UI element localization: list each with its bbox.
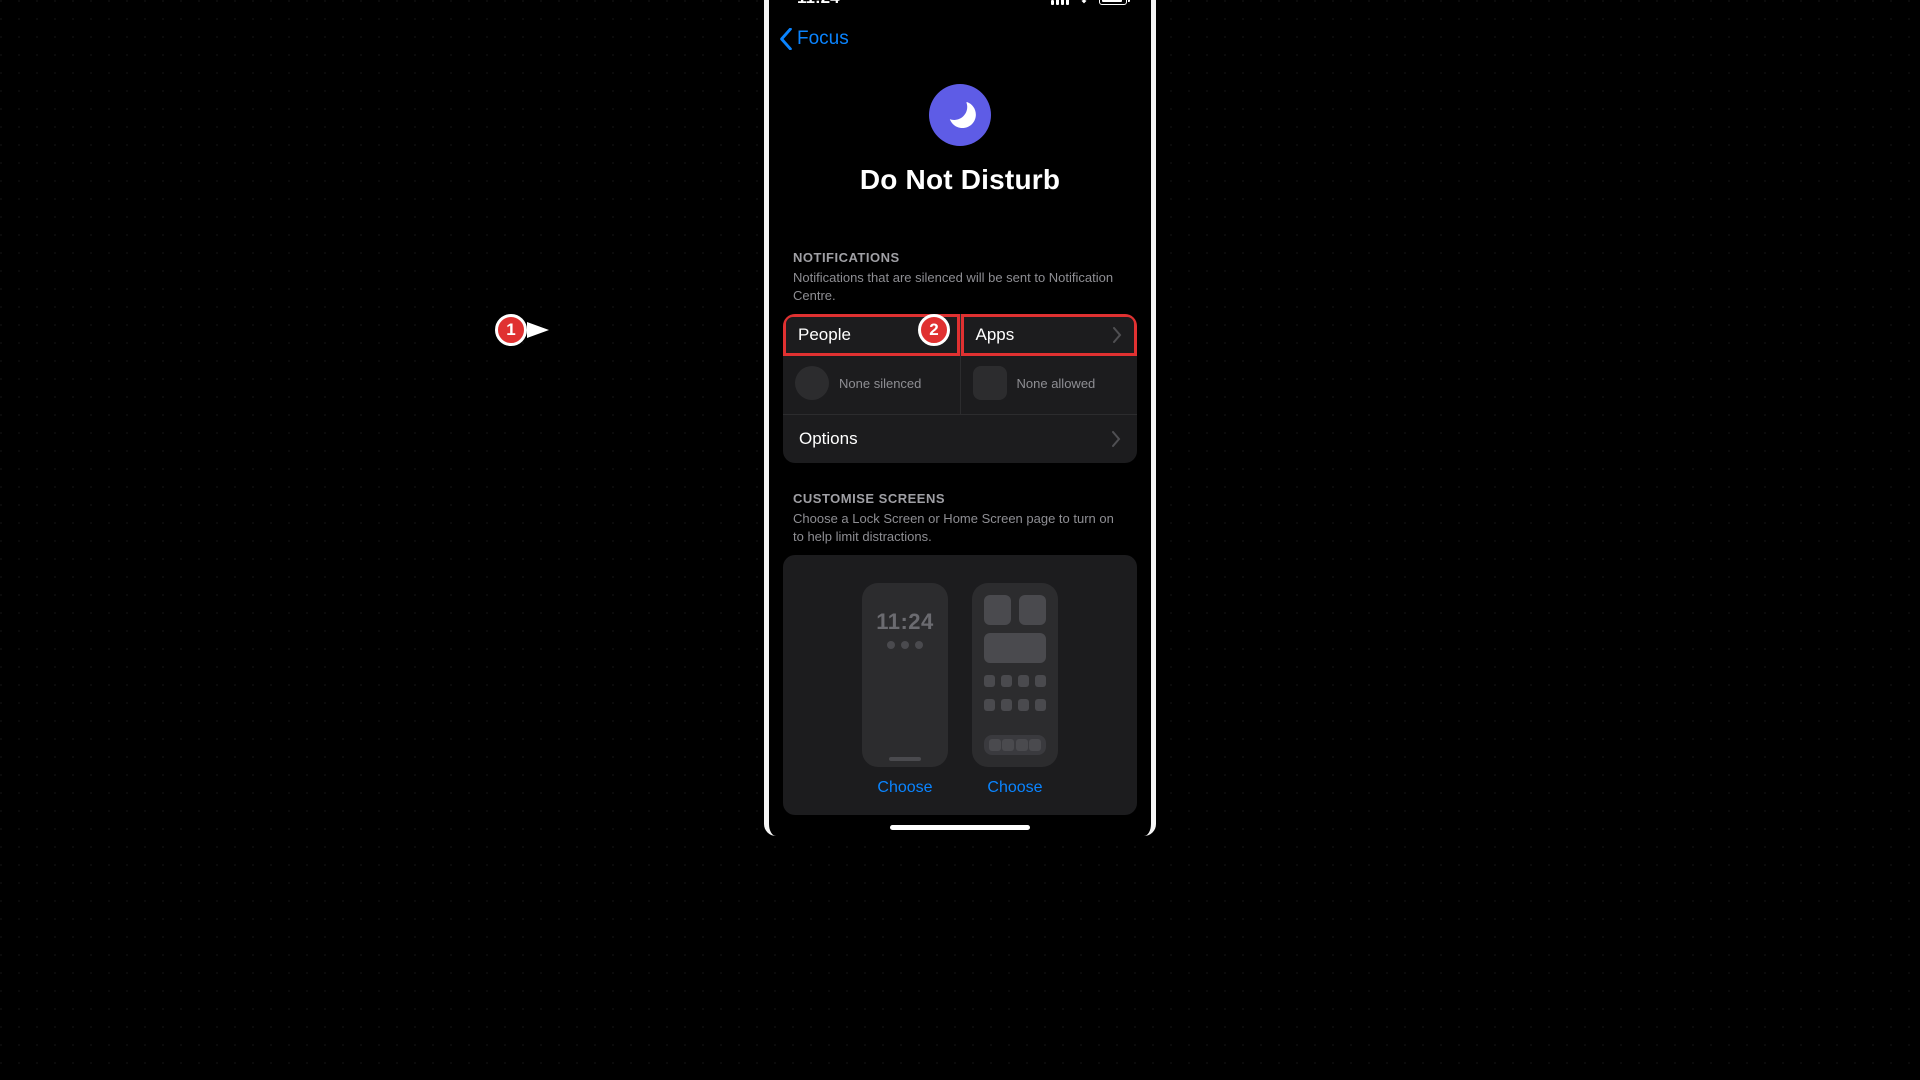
cellular-icon: [1051, 0, 1069, 5]
back-button[interactable]: Focus: [769, 8, 1151, 50]
lock-preview-dots-icon: [887, 641, 923, 649]
apps-column: Apps None allowed: [960, 314, 1138, 414]
customise-label: CUSTOMISE SCREENS: [793, 491, 1127, 506]
screens-card: 11:24 Choose Choose: [783, 555, 1137, 815]
page-title: Do Not Disturb: [769, 164, 1151, 196]
home-screen-option[interactable]: Choose: [972, 583, 1058, 797]
page-header: Do Not Disturb: [769, 84, 1151, 196]
people-status-row: None silenced: [783, 356, 960, 414]
choose-home-button[interactable]: Choose: [987, 779, 1042, 797]
home-preview-widgets-icon: [984, 595, 1046, 625]
back-label: Focus: [797, 28, 849, 50]
status-time: 11:24: [797, 0, 840, 8]
notifications-label: NOTIFICATIONS: [793, 250, 1127, 265]
notifications-desc: Notifications that are silenced will be …: [793, 269, 1127, 304]
dnd-icon-circle: [929, 84, 991, 146]
home-preview-row-icon: [984, 699, 1046, 711]
apps-row[interactable]: Apps: [961, 314, 1138, 356]
avatar-placeholder-icon: [795, 366, 829, 400]
people-label: People: [798, 325, 851, 345]
phone-frame: 11:24 Focus Do Not Distur: [764, 0, 1156, 836]
wifi-icon: [1075, 0, 1093, 5]
app-placeholder-icon: [973, 366, 1007, 400]
home-screen-preview: [972, 583, 1058, 767]
home-indicator[interactable]: [890, 825, 1030, 830]
chevron-right-icon: [1112, 327, 1122, 343]
chevron-right-icon: [1111, 431, 1121, 447]
home-preview-row-icon: [984, 675, 1046, 687]
home-preview-widget-icon: [984, 633, 1046, 663]
chevron-left-icon: [779, 28, 793, 50]
notifications-section-header: NOTIFICATIONS Notifications that are sil…: [769, 250, 1151, 304]
options-row[interactable]: Options: [783, 414, 1137, 463]
battery-icon: [1099, 0, 1127, 5]
status-bar: 11:24: [769, 0, 1151, 8]
lock-screen-preview: 11:24: [862, 583, 948, 767]
people-status: None silenced: [839, 376, 921, 391]
lock-screen-option[interactable]: 11:24 Choose: [862, 583, 948, 797]
lock-preview-time: 11:24: [876, 609, 934, 635]
options-label: Options: [799, 429, 858, 449]
home-preview-dock-icon: [984, 735, 1046, 755]
apps-label: Apps: [976, 325, 1015, 345]
callout-badge-2: 2: [918, 314, 950, 346]
customise-section-header: CUSTOMISE SCREENS Choose a Lock Screen o…: [769, 491, 1151, 545]
choose-lock-button[interactable]: Choose: [877, 779, 932, 797]
callout-badge-1: 1: [495, 314, 527, 346]
customise-desc: Choose a Lock Screen or Home Screen page…: [793, 510, 1127, 545]
notifications-card: People None silenced Apps No: [783, 314, 1137, 463]
status-icons: [1051, 0, 1127, 5]
apps-status-row: None allowed: [961, 356, 1138, 414]
phone-screen: 11:24 Focus Do Not Distur: [769, 0, 1151, 836]
moon-icon: [943, 98, 977, 132]
callout-pointer-1: [527, 322, 549, 338]
lock-preview-homebar-icon: [889, 757, 921, 761]
apps-status: None allowed: [1017, 376, 1096, 391]
